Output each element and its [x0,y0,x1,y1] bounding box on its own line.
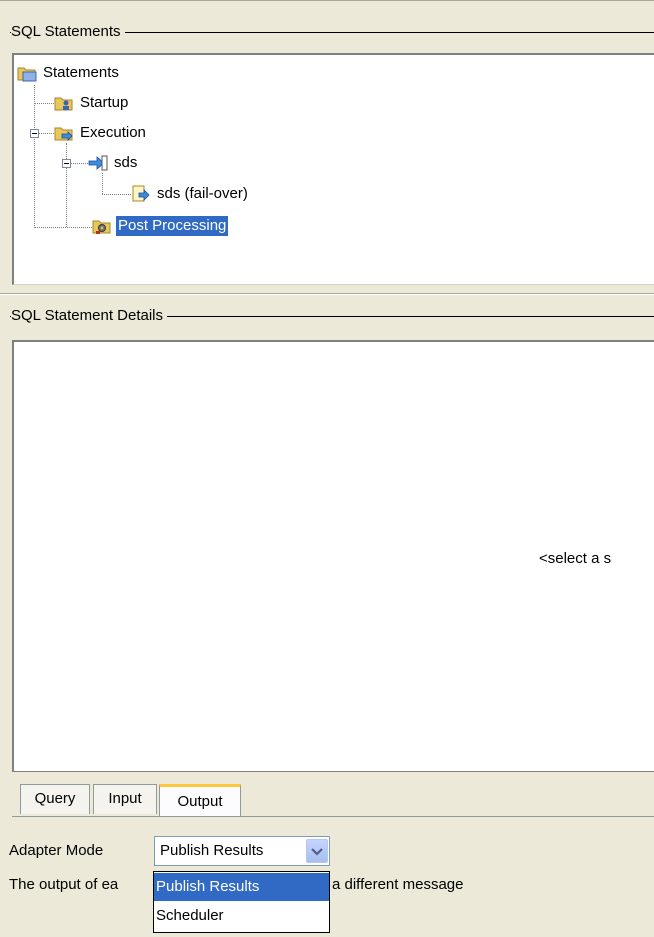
help-text-end: a different message [332,876,464,893]
details-group-title: SQL Statement Details [11,307,168,325]
tree-label-sds: sds [114,154,138,171]
sql-statements-group-title: SQL Statements [11,23,125,41]
tree-label-startup: Startup [80,94,129,111]
tree-node-statements[interactable]: Statements [17,62,121,84]
document-arrow-icon [131,185,151,203]
collapse-execution-button[interactable] [30,129,39,138]
tree-node-startup[interactable]: Startup [54,92,130,114]
tree-connector [102,173,103,194]
tab-query[interactable]: Query [20,784,90,814]
tree-connector [66,143,67,227]
tree-node-sds-failover[interactable]: sds (fail-over) [131,183,250,205]
tree-node-post-processing[interactable]: Post Processing [92,215,229,237]
tree-connector [39,133,54,134]
tab-strip-baseline [12,816,654,817]
tree-connector [102,194,131,195]
tree-connector [71,163,88,164]
adapter-mode-label: Adapter Mode [9,842,104,859]
tab-input[interactable]: Input [93,784,157,814]
adapter-mode-dropdown-list[interactable]: Publish Results Scheduler [153,871,330,933]
tree-label-execution: Execution [80,124,146,141]
folder-group-icon [17,64,37,82]
collapse-sds-button[interactable] [62,159,71,168]
statement-arrow-icon [88,154,108,172]
folder-run-icon [54,124,74,142]
panel-separator-highlight [0,294,654,295]
help-text-start: The output of ea [9,876,119,893]
tree-connector [34,227,92,228]
tree-label-statements: Statements [43,64,119,81]
tree-label-post-processing: Post Processing [116,216,229,236]
statement-details-area: <select a s [12,340,654,772]
option-publish-results[interactable]: Publish Results [154,873,329,901]
folder-gear-icon [92,217,112,235]
tab-output[interactable]: Output [159,784,241,817]
tree-node-sds[interactable]: sds [88,152,139,174]
tree-connector [34,85,35,228]
adapter-mode-selected-value: Publish Results [160,842,264,859]
option-scheduler[interactable]: Scheduler [154,902,329,930]
select-statement-placeholder: <select a s [539,550,612,567]
tree-connector [34,103,54,104]
adapter-mode-select[interactable]: Publish Results [154,836,330,866]
chevron-down-icon[interactable] [306,839,328,863]
top-border [0,0,654,1]
folder-person-icon [54,94,74,112]
tree-label-sds-failover: sds (fail-over) [157,185,248,202]
statements-tree[interactable]: Statements Startup Execution sds sds (fa… [12,53,654,285]
tree-node-execution[interactable]: Execution [54,122,148,144]
